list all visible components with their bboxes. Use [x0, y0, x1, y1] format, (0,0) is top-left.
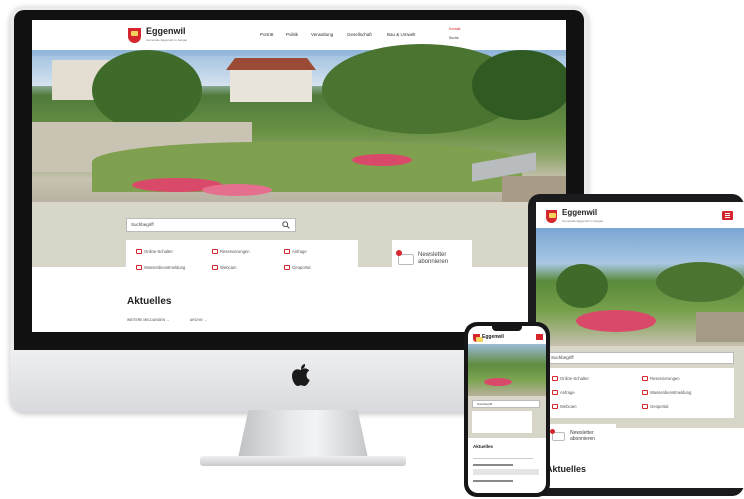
- tablet-quicklink-anfrage[interactable]: Anfrage: [552, 390, 575, 396]
- site-header: Eggenwil Gemeinde Eggenwil im Aargau Por…: [32, 20, 566, 50]
- newsletter-label: Newsletter abonnieren: [418, 252, 449, 265]
- tablet-search-input[interactable]: Suchbegriff: [546, 352, 734, 364]
- archive-link[interactable]: ARCHIV →: [190, 318, 207, 322]
- phone-menu-button[interactable]: [536, 334, 543, 340]
- tablet-quicklink-online-schalter[interactable]: Online-Schalter: [552, 376, 589, 382]
- tablet-screen: Eggenwil Gemeinde Eggenwil im Aargau Suc…: [536, 202, 744, 488]
- water-icon: [642, 390, 648, 396]
- phone-search-input[interactable]: Suchbegriff: [472, 400, 540, 408]
- quicklink-webcam[interactable]: Webcam: [212, 265, 236, 271]
- calendar-icon: [212, 249, 218, 255]
- tablet-tree: [556, 264, 608, 308]
- tablet-service-band: Suchbegriff Online-Schalter Reservierung…: [536, 346, 744, 428]
- phone-news-text: [473, 469, 539, 475]
- quicklinks-panel: Online-Schalter Reservierungen Anfrage W…: [126, 240, 358, 280]
- quicklink-geoportal[interactable]: Geoportal: [284, 265, 310, 271]
- tablet-stone: [696, 312, 744, 342]
- news-title: Aktuelles: [127, 296, 172, 307]
- camera-icon: [552, 404, 558, 410]
- tablet-search-placeholder: Suchbegriff: [551, 355, 574, 360]
- phone-news-title: Aktuelles: [473, 444, 494, 449]
- phone-divider: [473, 458, 533, 459]
- nav-item-verwaltung[interactable]: Verwaltung: [311, 32, 333, 37]
- quicklink-online-schalter[interactable]: Online-Schalter: [136, 249, 173, 255]
- flowers-2: [202, 184, 272, 196]
- phone-quicklinks-panel: [472, 411, 532, 433]
- phone-news-item[interactable]: [473, 464, 513, 466]
- apple-logo-icon: [292, 364, 310, 386]
- nav-item-politik[interactable]: Politik: [286, 32, 298, 37]
- tablet-menu-button[interactable]: [722, 211, 733, 220]
- more-news-link[interactable]: WEITERE MELDUNGEN →: [127, 318, 169, 322]
- quicklink-anfrage[interactable]: Anfrage: [284, 249, 307, 255]
- imac-stand-base: [200, 456, 406, 466]
- phone-flowers: [484, 378, 512, 386]
- search-link[interactable]: Suche: [449, 36, 459, 40]
- tablet-crest-icon: [546, 210, 557, 223]
- hero-image: [32, 44, 566, 202]
- nav-item-gesellschaft[interactable]: Gesellschaft: [347, 32, 372, 37]
- site-subtitle: Gemeinde Eggenwil im Aargau: [146, 38, 188, 42]
- flowers-3: [352, 154, 412, 166]
- map-icon: [642, 404, 648, 410]
- tablet-quicklink-geoportal[interactable]: Geoportal: [642, 404, 668, 410]
- tablet-tree-right: [656, 262, 744, 302]
- crest-icon: [128, 28, 141, 43]
- imac-stand: [238, 410, 368, 458]
- tablet-quicklink-webcam[interactable]: Webcam: [552, 404, 576, 410]
- search-placeholder: Suchbegriff: [131, 222, 154, 227]
- desk-icon: [552, 376, 558, 382]
- tablet-newsletter-box[interactable]: Newsletter abonnieren: [546, 424, 616, 450]
- nav-item-portraet[interactable]: Porträt: [260, 32, 274, 37]
- site-name[interactable]: Eggenwil: [146, 26, 186, 36]
- phone-site-name[interactable]: Eggenwil: [482, 334, 504, 340]
- quicklink-reservierungen[interactable]: Reservierungen: [212, 249, 250, 255]
- tablet-quicklinks-panel: Online-Schalter Reservierungen Anfrage W…: [546, 368, 734, 418]
- tablet-flowers: [576, 310, 656, 332]
- phone-news-item-2[interactable]: [473, 480, 513, 482]
- search-input[interactable]: Suchbegriff: [126, 218, 296, 232]
- tablet-quicklink-reservierungen[interactable]: Reservierungen: [642, 376, 680, 382]
- tablet-site-name[interactable]: Eggenwil: [562, 208, 597, 217]
- menu-icon: [725, 213, 730, 214]
- tablet-site-subtitle: Gemeinde Eggenwil im Aargau: [562, 219, 604, 223]
- desktop-screen: Eggenwil Gemeinde Eggenwil im Aargau Por…: [32, 20, 566, 332]
- phone-hero-image: [468, 344, 546, 396]
- map-icon: [284, 265, 290, 271]
- tablet-hero-image: [536, 228, 744, 346]
- calendar-icon: [642, 376, 648, 382]
- phone-service-band: Suchbegriff: [468, 396, 546, 438]
- tablet-newsletter-label: Newsletter abonnieren: [570, 430, 596, 442]
- phone-crest-icon: [473, 334, 483, 342]
- newsletter-box[interactable]: Newsletter abonnieren: [392, 240, 472, 280]
- tablet-news-title: Aktuelles: [546, 464, 587, 474]
- house-icon: [284, 249, 290, 255]
- service-band: Suchbegriff Online-Schalter Reservierung…: [32, 202, 566, 280]
- tablet-quicklink-wasserdienstmeldung[interactable]: Wasserdienstmeldung: [642, 390, 691, 396]
- tree-far-right: [472, 50, 566, 120]
- contact-link[interactable]: Kontakt: [449, 27, 461, 31]
- nav-item-bau-umwelt[interactable]: Bau & Umwelt: [387, 32, 416, 37]
- notification-dot: [396, 250, 402, 256]
- desk-icon: [136, 249, 142, 255]
- search-icon[interactable]: [282, 221, 290, 229]
- house-icon: [552, 390, 558, 396]
- phone-screen: Eggenwil Suchbegriff Aktuelles: [468, 326, 546, 493]
- camera-icon: [212, 265, 218, 271]
- quicklink-wasserdienstmeldung[interactable]: Wasserdienstmeldung: [136, 265, 185, 271]
- phone-notch: [492, 326, 522, 331]
- tree: [92, 50, 202, 130]
- tablet-notification-dot: [550, 429, 555, 434]
- water-icon: [136, 265, 142, 271]
- phone-search-placeholder: Suchbegriff: [477, 402, 493, 406]
- house-roof: [226, 58, 316, 70]
